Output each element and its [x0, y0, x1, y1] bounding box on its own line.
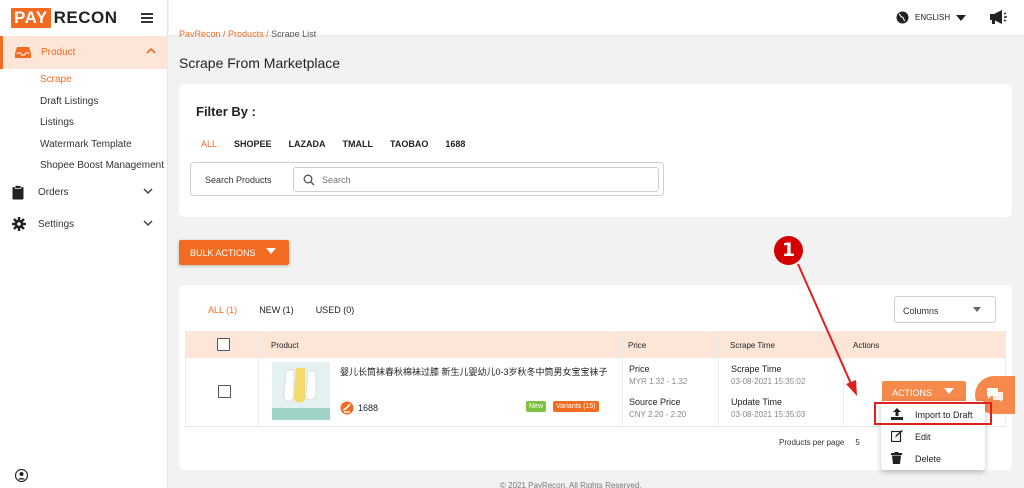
footer-copyright: © 2021 PayRecon. All Rights Reserved. [500, 481, 642, 488]
user-account-icon[interactable] [15, 469, 28, 482]
marketplace-1688-icon [340, 401, 354, 415]
table-header: Product Price Scrape Time Actions [185, 331, 1006, 358]
tab-shopee[interactable]: SHOPEE [234, 139, 272, 149]
language-selector[interactable]: ENGLISH [896, 11, 967, 24]
new-badge: New [526, 401, 547, 412]
page-title: Scrape From Marketplace [179, 55, 341, 71]
sidebar-item-listings[interactable]: Listings [40, 117, 74, 128]
price-label: Price [629, 364, 650, 374]
trash-icon [891, 452, 902, 464]
tab-lazada[interactable]: LAZADA [289, 139, 326, 149]
menu-item-label: Delete [915, 454, 942, 464]
breadcrumb: PayRecon / Products / Scrape List [179, 29, 317, 37]
search-icon [303, 174, 315, 186]
chat-icon [987, 388, 1003, 402]
chevron-up-icon [146, 47, 156, 54]
sidebar-item-label: Settings [38, 219, 75, 230]
globe-icon [896, 11, 909, 24]
actions-label: ACTIONS [892, 388, 933, 398]
update-time-value: 03-08-2021 15:35:03 [731, 410, 806, 419]
price-value: MYR 1.32 - 1.32 [629, 377, 688, 386]
select-all-checkbox[interactable] [217, 338, 230, 351]
edit-icon [891, 430, 903, 442]
header-product: Product [271, 341, 299, 350]
sidebar-item-label: Product [41, 47, 76, 58]
filter-card: Filter By : ALL SHOPEE LAZADA TMALL TAOB… [179, 84, 1012, 217]
status-tabs: ALL (1) NEW (1) USED (0) [208, 305, 376, 315]
megaphone-icon[interactable] [989, 9, 1007, 25]
chevron-down-icon [143, 188, 153, 195]
tab-tmall[interactable]: TMALL [343, 139, 374, 149]
brand-logo[interactable]: PAY RECON [11, 8, 118, 28]
tab-taobao[interactable]: TAOBAO [390, 139, 428, 149]
row-checkbox[interactable] [218, 385, 231, 398]
logo-recon-text: RECON [53, 8, 118, 27]
menu-item-label: Edit [915, 432, 931, 442]
caret-down-icon [956, 14, 967, 21]
language-label: ENGLISH [915, 13, 951, 22]
search-field[interactable] [293, 167, 659, 192]
sidebar-item-watermark-template[interactable]: Watermark Template [40, 139, 132, 150]
tab-status-all[interactable]: ALL (1) [208, 305, 237, 315]
gear-icon [12, 217, 26, 231]
header-price: Price [628, 341, 647, 350]
product-thumbnail[interactable] [272, 362, 330, 420]
bulk-actions-label: BULK ACTIONS [190, 248, 256, 258]
source-price-value: CNY 2.20 - 2.20 [629, 410, 687, 419]
breadcrumb-current: Scrape List [271, 29, 317, 37]
breadcrumb-products-link[interactable]: Products [228, 29, 264, 37]
sidebar-item-orders[interactable]: Orders [0, 183, 168, 203]
caret-down-icon [973, 307, 981, 312]
bulk-actions-button[interactable]: BULK ACTIONS [179, 240, 289, 265]
source-price-label: Source Price [629, 397, 681, 407]
sidebar-item-shopee-boost[interactable]: Shopee Boost Management [40, 160, 164, 171]
step-number-badge: 1 [774, 236, 803, 265]
menu-toggle-icon[interactable] [141, 13, 153, 23]
search-input[interactable] [322, 172, 642, 188]
variants-badge[interactable]: Variants (15) [553, 401, 599, 412]
caret-down-icon [944, 388, 954, 394]
sidebar-item-settings[interactable]: Settings [0, 215, 168, 235]
source-label: 1688 [358, 403, 379, 413]
menu-item-delete[interactable]: Delete [881, 447, 985, 469]
update-time-label: Update Time [731, 397, 783, 407]
pagination: Products per page 5 [779, 438, 860, 447]
menu-item-edit[interactable]: Edit [881, 425, 985, 447]
marketplace-tabs: ALL SHOPEE LAZADA TMALL TAOBAO 1688 [201, 139, 482, 149]
sidebar: PAY RECON Product Scrape Draft Listings L… [0, 0, 168, 488]
search-products-label: Search Products [205, 175, 272, 185]
import-to-draft-highlight [874, 402, 992, 425]
breadcrumb-root-link[interactable]: PayRecon [179, 29, 221, 37]
annotation-arrow [797, 263, 857, 396]
scrape-time-label: Scrape Time [731, 364, 782, 374]
per-page-select[interactable]: 5 [855, 438, 859, 447]
sidebar-item-draft-listings[interactable]: Draft Listings [40, 96, 98, 107]
source-marketplace: 1688 [340, 401, 378, 415]
columns-select-label: Columns [903, 306, 939, 316]
columns-select[interactable]: Columns [894, 296, 996, 323]
per-page-label: Products per page [779, 438, 845, 447]
search-products-box: Search Products [190, 162, 664, 196]
sidebar-item-scrape[interactable]: Scrape [40, 74, 72, 85]
tab-1688[interactable]: 1688 [445, 139, 465, 149]
product-name: 婴儿长筒袜春秋棉袜过膝 新生儿婴幼儿0-3岁秋冬中筒男女宝宝袜子 [340, 367, 608, 377]
tab-all[interactable]: ALL [201, 139, 217, 149]
tab-status-used[interactable]: USED (0) [316, 305, 355, 315]
caret-down-icon [266, 248, 276, 254]
sidebar-item-product[interactable]: Product [0, 36, 168, 69]
filter-title: Filter By : [196, 104, 256, 119]
clipboard-icon [12, 185, 24, 200]
tab-status-new[interactable]: NEW (1) [259, 305, 294, 315]
inbox-tray-icon [15, 47, 31, 58]
chevron-down-icon [143, 220, 153, 227]
sidebar-item-label: Orders [38, 187, 69, 198]
logo-pay-text: PAY [11, 8, 51, 28]
header-scrape-time: Scrape Time [730, 341, 775, 350]
